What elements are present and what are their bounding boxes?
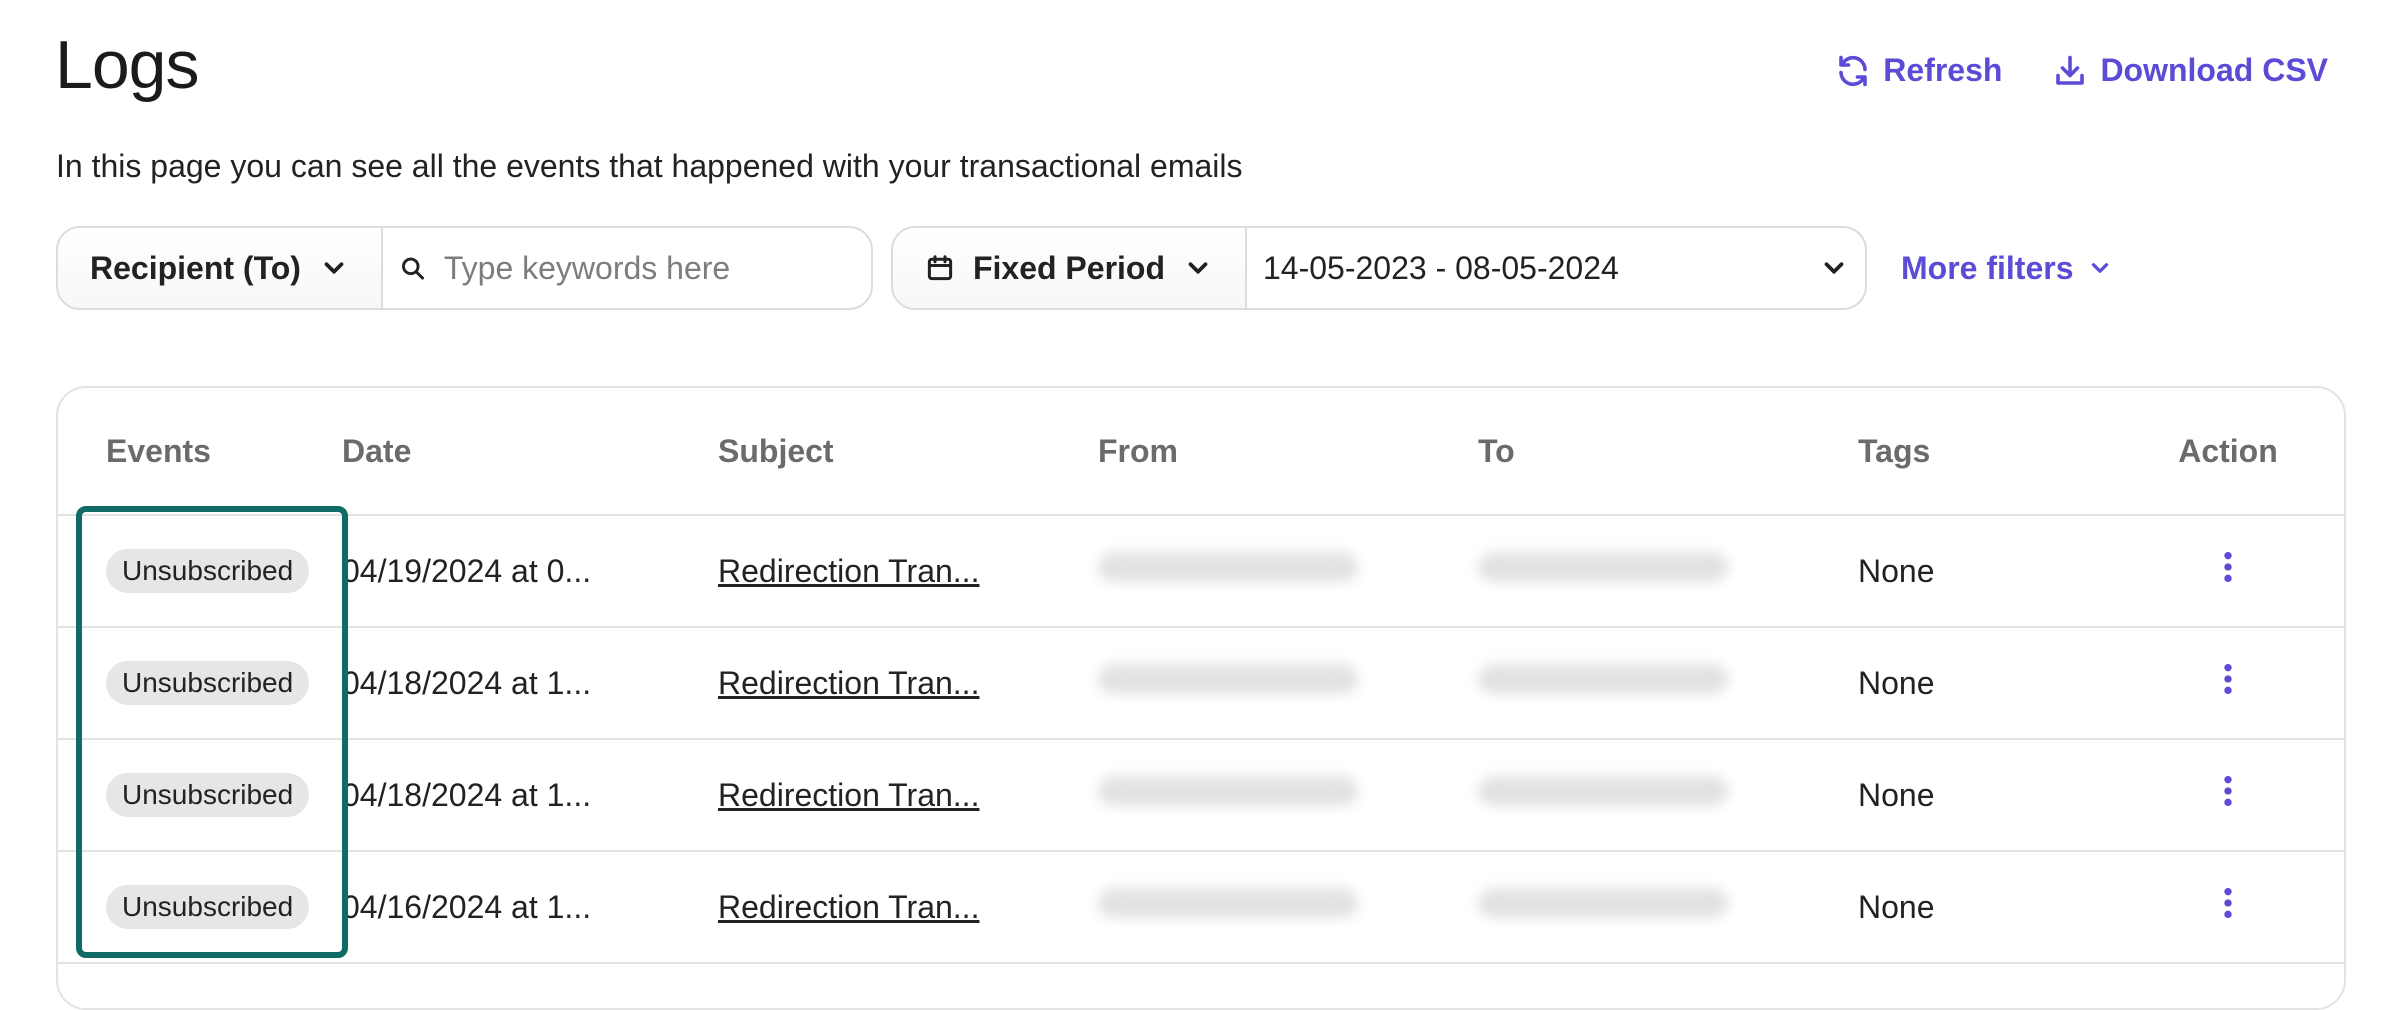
to-redacted xyxy=(1478,888,1728,918)
table-row[interactable]: Unsubscribed 04/18/2024 at 1... Redirect… xyxy=(58,628,2344,740)
table-row[interactable]: Unsubscribed 04/19/2024 at 0... Redirect… xyxy=(58,516,2344,628)
events-column-highlight xyxy=(76,506,348,958)
field-select[interactable]: Recipient (To) xyxy=(58,228,381,308)
to-redacted xyxy=(1478,664,1728,694)
header-to: To xyxy=(1478,432,1515,469)
period-group: Fixed Period 14-05-2023 - 08-05-2024 xyxy=(890,226,1867,310)
search-field[interactable] xyxy=(380,228,871,308)
page-title: Logs xyxy=(55,27,199,103)
header-date: Date xyxy=(342,432,412,469)
subject-link[interactable]: Redirection Tran... xyxy=(718,777,979,813)
date-range-value: 14-05-2023 - 08-05-2024 xyxy=(1263,249,1619,286)
date-cell: 04/18/2024 at 1... xyxy=(342,776,592,813)
chevron-down-icon xyxy=(2092,263,2109,273)
download-icon xyxy=(2056,55,2085,85)
header-tags: Tags xyxy=(1858,432,1931,469)
date-cell: 04/16/2024 at 1... xyxy=(342,888,592,925)
filter-bar: Recipient (To) Fixed Period 14-05-2023 -… xyxy=(56,226,2113,310)
header-from: From xyxy=(1098,432,1178,469)
field-select-label: Recipient (To) xyxy=(90,249,301,286)
header-subject: Subject xyxy=(718,432,834,469)
search-input[interactable] xyxy=(441,248,855,288)
table-header: Events Date Subject From To Tags Action xyxy=(58,388,2344,516)
date-cell: 04/19/2024 at 0... xyxy=(342,552,592,589)
from-redacted xyxy=(1098,776,1358,806)
subject-link[interactable]: Redirection Tran... xyxy=(718,889,979,925)
more-filters-label: More filters xyxy=(1901,249,2074,286)
chevron-down-icon xyxy=(1824,262,1844,274)
search-icon xyxy=(401,257,424,280)
chevron-down-icon xyxy=(324,262,344,274)
row-actions-button[interactable] xyxy=(2220,886,2236,928)
calendar-icon xyxy=(927,255,953,281)
to-redacted xyxy=(1478,552,1728,582)
from-redacted xyxy=(1098,552,1358,582)
page-subtitle: In this page you can see all the events … xyxy=(56,148,1243,184)
row-actions-button[interactable] xyxy=(2220,774,2236,816)
period-select-label: Fixed Period xyxy=(972,249,1165,286)
chevron-down-icon xyxy=(1188,262,1208,274)
refresh-icon xyxy=(1839,55,1868,86)
more-filters-button[interactable]: More filters xyxy=(1901,250,2113,287)
row-actions-button[interactable] xyxy=(2220,550,2236,592)
period-select[interactable]: Fixed Period xyxy=(892,228,1245,308)
refresh-button[interactable]: Refresh xyxy=(1835,52,2002,89)
tags-cell: None xyxy=(1858,776,1935,813)
from-redacted xyxy=(1098,888,1358,918)
kebab-menu-icon xyxy=(2224,887,2232,919)
subject-link[interactable]: Redirection Tran... xyxy=(718,553,979,589)
kebab-menu-icon xyxy=(2224,663,2232,695)
kebab-menu-icon xyxy=(2224,551,2232,583)
kebab-menu-icon xyxy=(2224,775,2232,807)
tags-cell: None xyxy=(1858,888,1935,925)
tags-cell: None xyxy=(1858,552,1935,589)
table-row[interactable]: Unsubscribed 04/16/2024 at 1... Redirect… xyxy=(58,852,2344,964)
to-redacted xyxy=(1478,776,1728,806)
row-actions-button[interactable] xyxy=(2220,662,2236,704)
download-csv-label: Download CSV xyxy=(2100,52,2328,88)
date-cell: 04/18/2024 at 1... xyxy=(342,664,592,701)
table-row[interactable]: Unsubscribed 04/18/2024 at 1... Redirect… xyxy=(58,740,2344,852)
subject-link[interactable]: Redirection Tran... xyxy=(718,665,979,701)
recipient-search-group: Recipient (To) xyxy=(56,226,873,310)
date-range-picker[interactable]: 14-05-2023 - 08-05-2024 xyxy=(1245,228,1865,308)
download-csv-button[interactable]: Download CSV xyxy=(2052,52,2328,89)
header-actions: Refresh Download CSV xyxy=(1835,52,2328,89)
tags-cell: None xyxy=(1858,664,1935,701)
from-redacted xyxy=(1098,664,1358,694)
header-events: Events xyxy=(106,432,211,469)
header-action: Action xyxy=(2178,432,2278,469)
logs-table: Events Date Subject From To Tags Action … xyxy=(56,386,2346,1010)
refresh-label: Refresh xyxy=(1883,52,2003,88)
